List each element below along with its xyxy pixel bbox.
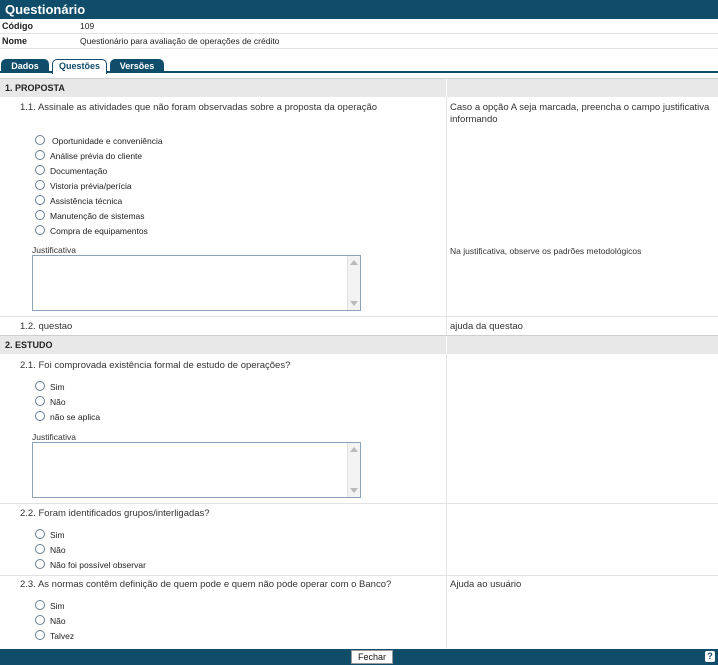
option-label: Não xyxy=(50,397,66,407)
option-label: Não foi possível observar xyxy=(50,560,146,570)
codigo-row: Código 109 xyxy=(0,19,718,34)
radio-button[interactable] xyxy=(35,135,45,145)
justificativa-textarea[interactable] xyxy=(32,255,361,311)
question-2-3-text: 2.3. As normas contêm definição de quem … xyxy=(20,579,392,590)
codigo-value: 109 xyxy=(80,21,95,31)
question-1-1-help: Caso a opção A seja marcada, preencha o … xyxy=(450,102,710,125)
radio-button[interactable] xyxy=(35,195,45,205)
question-1-2-text: 1.2. questao xyxy=(20,321,73,332)
radio-button[interactable] xyxy=(35,615,45,625)
radio-button[interactable] xyxy=(35,165,45,175)
radio-button[interactable] xyxy=(35,180,45,190)
close-button[interactable]: Fechar xyxy=(351,650,393,664)
question-2-1-text: 2.1. Foi comprovada existência formal de… xyxy=(20,360,291,371)
radio-button[interactable] xyxy=(35,600,45,610)
textarea-scrollbar[interactable] xyxy=(347,443,360,497)
section-header-estudo: 2. ESTUDO xyxy=(0,335,718,355)
option-label: Sim xyxy=(50,601,65,611)
option-label: Documentação xyxy=(50,166,108,176)
textarea-scrollbar[interactable] xyxy=(347,256,360,310)
justificativa-textarea[interactable] xyxy=(32,442,361,498)
question-2-2-text: 2.2. Foram identificados grupos/interlig… xyxy=(20,508,210,519)
option-label: Compra de equipamentos xyxy=(50,226,148,236)
radio-button[interactable] xyxy=(35,225,45,235)
help-icon[interactable]: ? xyxy=(705,651,715,662)
radio-button[interactable] xyxy=(35,411,45,421)
option-label: Manutenção de sistemas xyxy=(50,211,145,221)
radio-button[interactable] xyxy=(35,630,45,640)
footer-bar: Fechar ? xyxy=(0,649,718,665)
tab-versoes[interactable]: Versões xyxy=(110,59,164,73)
questions-panel: 1. PROPOSTA 1.1. Assinale as atividades … xyxy=(0,75,718,648)
section-title: 1. PROPOSTA xyxy=(5,83,65,93)
question-1-2-help: ajuda da questao xyxy=(450,321,523,332)
question-1-1-text: 1.1. Assinale as atividades que não fora… xyxy=(20,102,378,113)
radio-button[interactable] xyxy=(35,396,45,406)
option-label: Análise prévia do cliente xyxy=(50,151,143,161)
option-label: Não xyxy=(50,616,66,626)
option-label: não se aplica xyxy=(50,412,101,422)
option-label: Assistência técnica xyxy=(50,196,123,206)
justificativa-help: Na justificativa, observe os padrões met… xyxy=(450,246,642,256)
radio-button[interactable] xyxy=(35,210,45,220)
option-label: Talvez xyxy=(50,631,75,641)
nome-label: Nome xyxy=(2,36,28,46)
nome-value: Questionário para avaliação de operações… xyxy=(80,36,280,46)
option-label: Sim xyxy=(50,382,65,392)
radio-button[interactable] xyxy=(35,559,45,569)
radio-button[interactable] xyxy=(35,150,45,160)
section-title: 2. ESTUDO xyxy=(5,340,53,350)
justificativa-label: Justificativa xyxy=(32,432,76,442)
option-label: Vistoria prévia/perícia xyxy=(50,181,132,191)
radio-button[interactable] xyxy=(35,529,45,539)
scroll-up-icon[interactable] xyxy=(350,447,358,452)
option-label: Sim xyxy=(50,530,65,540)
scroll-up-icon[interactable] xyxy=(350,260,358,265)
tab-dados[interactable]: Dados xyxy=(1,59,49,73)
nome-row: Nome Questionário para avaliação de oper… xyxy=(0,34,718,49)
question-2-3-help: Ajuda ao usuário xyxy=(450,579,522,590)
option-label: Não xyxy=(50,545,66,555)
codigo-label: Código xyxy=(2,21,33,31)
option-label: Oportunidade e conveniência xyxy=(52,136,163,146)
radio-button[interactable] xyxy=(35,381,45,391)
justificativa-label: Justificativa xyxy=(32,245,76,255)
scroll-down-icon[interactable] xyxy=(350,488,358,493)
tab-questoes[interactable]: Questões xyxy=(52,59,107,74)
scroll-down-icon[interactable] xyxy=(350,301,358,306)
section-header-proposta: 1. PROPOSTA xyxy=(0,78,718,98)
window-title: Questionário xyxy=(0,0,718,19)
tab-bar: Dados Questões Versões xyxy=(0,58,718,74)
radio-button[interactable] xyxy=(35,544,45,554)
